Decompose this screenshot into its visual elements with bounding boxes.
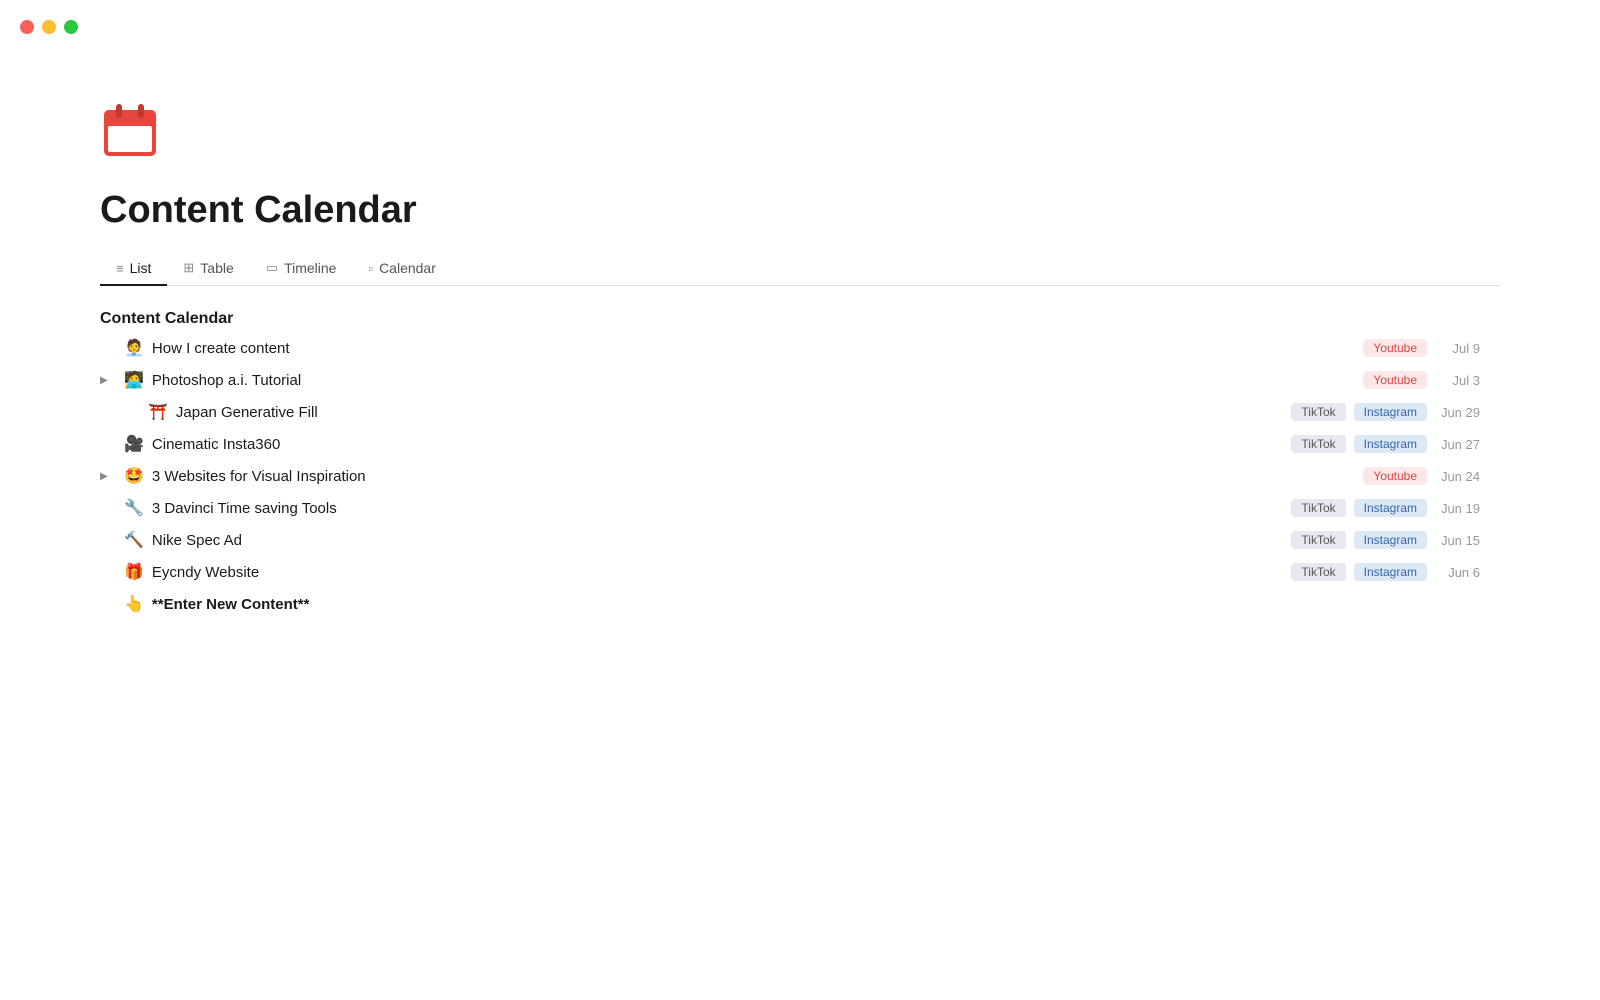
timeline-icon: ▭ — [266, 260, 278, 276]
badge-youtube: Youtube — [1363, 371, 1427, 389]
list-item[interactable]: 👆 **Enter New Content** — [100, 588, 1500, 620]
content-list: 🧑‍💼 How I create content Youtube Jul 9 ▶ 🧑‍💻 P… — [100, 332, 1500, 620]
row-right: Youtube Jul 9 — [1363, 339, 1480, 357]
row-title[interactable]: Japan Generative Fill — [176, 404, 318, 421]
tab-list-label: List — [130, 260, 152, 276]
row-title[interactable]: 3 Davinci Time saving Tools — [152, 500, 337, 517]
row-title[interactable]: Eycndy Website — [152, 564, 259, 581]
row-emoji: 🎥 — [124, 434, 144, 454]
row-emoji: 🎁 — [124, 562, 144, 582]
badge-youtube: Youtube — [1363, 467, 1427, 485]
main-content: Content Calendar ≡ List ⊞ Table ▭ Timeli… — [0, 0, 1600, 660]
traffic-light-green[interactable] — [64, 20, 78, 34]
row-date: Jun 27 — [1435, 437, 1480, 452]
row-emoji: 🔧 — [124, 498, 144, 518]
list-item[interactable]: 🔨 Nike Spec Ad TikTok Instagram Jun 15 — [100, 524, 1500, 556]
row-right: TikTok Instagram Jun 29 — [1291, 403, 1480, 421]
tab-calendar-label: Calendar — [379, 260, 436, 276]
row-title[interactable]: **Enter New Content** — [152, 596, 310, 613]
row-date: Jun 29 — [1435, 405, 1480, 420]
row-left: 🧑‍💼 How I create content — [100, 338, 1363, 358]
page-title: Content Calendar — [100, 189, 1500, 232]
row-left: ▶ 🤩 3 Websites for Visual Inspiration — [100, 466, 1363, 486]
list-item[interactable]: 🔧 3 Davinci Time saving Tools TikTok Instag… — [100, 492, 1500, 524]
row-emoji: 👆 — [124, 594, 144, 614]
row-date: Jul 3 — [1435, 373, 1480, 388]
row-emoji: ⛩️ — [148, 402, 168, 422]
expand-arrow-icon[interactable]: ▶ — [100, 375, 116, 386]
row-date: Jun 19 — [1435, 501, 1480, 516]
section-header: Content Calendar — [100, 310, 1500, 328]
badge-tiktok: TikTok — [1291, 531, 1345, 549]
row-date: Jul 9 — [1435, 341, 1480, 356]
row-date: Jun 24 — [1435, 469, 1480, 484]
tabs-bar: ≡ List ⊞ Table ▭ Timeline ▫ Calendar — [100, 252, 1500, 286]
row-date: Jun 15 — [1435, 533, 1480, 548]
list-item[interactable]: ▶ 🤩 3 Websites for Visual Inspiration Youtu… — [100, 460, 1500, 492]
badge-tiktok: TikTok — [1291, 403, 1345, 421]
tab-timeline[interactable]: ▭ Timeline — [250, 252, 353, 286]
tab-table-label: Table — [200, 260, 233, 276]
list-item[interactable]: 🎁 Eycndy Website TikTok Instagram Jun 6 — [100, 556, 1500, 588]
row-emoji: 🧑‍💻 — [124, 370, 144, 390]
row-title[interactable]: Cinematic Insta360 — [152, 436, 280, 453]
list-item[interactable]: ⛩️ Japan Generative Fill TikTok Instagram Ju… — [100, 396, 1500, 428]
traffic-lights — [20, 20, 78, 34]
row-title[interactable]: 3 Websites for Visual Inspiration — [152, 468, 366, 485]
row-left: ▶ 🧑‍💻 Photoshop a.i. Tutorial — [100, 370, 1363, 390]
expand-arrow-icon[interactable]: ▶ — [100, 471, 116, 482]
list-item[interactable]: ▶ 🧑‍💻 Photoshop a.i. Tutorial Youtube Jul 3 — [100, 364, 1500, 396]
row-title[interactable]: Nike Spec Ad — [152, 532, 242, 549]
table-icon: ⊞ — [183, 260, 194, 276]
row-right: Youtube Jun 24 — [1363, 467, 1480, 485]
row-right: TikTok Instagram Jun 19 — [1291, 499, 1480, 517]
row-emoji: 🤩 — [124, 466, 144, 486]
row-date: Jun 6 — [1435, 565, 1480, 580]
row-emoji: 🔨 — [124, 530, 144, 550]
row-left: 🔨 Nike Spec Ad — [100, 530, 1291, 550]
tab-calendar[interactable]: ▫ Calendar — [352, 252, 451, 286]
badge-youtube: Youtube — [1363, 339, 1427, 357]
badge-tiktok: TikTok — [1291, 435, 1345, 453]
row-left: ⛩️ Japan Generative Fill — [124, 402, 1291, 422]
badge-instagram: Instagram — [1354, 499, 1427, 517]
row-left: 🎥 Cinematic Insta360 — [100, 434, 1291, 454]
row-left: 🔧 3 Davinci Time saving Tools — [100, 498, 1291, 518]
badge-instagram: Instagram — [1354, 563, 1427, 581]
tab-list[interactable]: ≡ List — [100, 252, 167, 286]
traffic-light-yellow[interactable] — [42, 20, 56, 34]
badge-instagram: Instagram — [1354, 435, 1427, 453]
list-icon: ≡ — [116, 261, 124, 276]
row-left: 👆 **Enter New Content** — [100, 594, 1435, 614]
list-item[interactable]: 🎥 Cinematic Insta360 TikTok Instagram Jun 27 — [100, 428, 1500, 460]
traffic-light-red[interactable] — [20, 20, 34, 34]
row-right: TikTok Instagram Jun 6 — [1291, 563, 1480, 581]
calendar-tab-icon: ▫ — [368, 261, 373, 276]
badge-tiktok: TikTok — [1291, 499, 1345, 517]
badge-instagram: Instagram — [1354, 531, 1427, 549]
row-title[interactable]: Photoshop a.i. Tutorial — [152, 372, 301, 389]
tab-timeline-label: Timeline — [284, 260, 336, 276]
row-emoji: 🧑‍💼 — [124, 338, 144, 358]
row-title[interactable]: How I create content — [152, 340, 290, 357]
row-right: TikTok Instagram Jun 15 — [1291, 531, 1480, 549]
row-right: TikTok Instagram Jun 27 — [1291, 435, 1480, 453]
badge-instagram: Instagram — [1354, 403, 1427, 421]
row-left: 🎁 Eycndy Website — [100, 562, 1291, 582]
row-right: Youtube Jul 3 — [1363, 371, 1480, 389]
list-item[interactable]: 🧑‍💼 How I create content Youtube Jul 9 — [100, 332, 1500, 364]
badge-tiktok: TikTok — [1291, 563, 1345, 581]
page-icon — [100, 100, 1500, 165]
tab-table[interactable]: ⊞ Table — [167, 252, 249, 286]
